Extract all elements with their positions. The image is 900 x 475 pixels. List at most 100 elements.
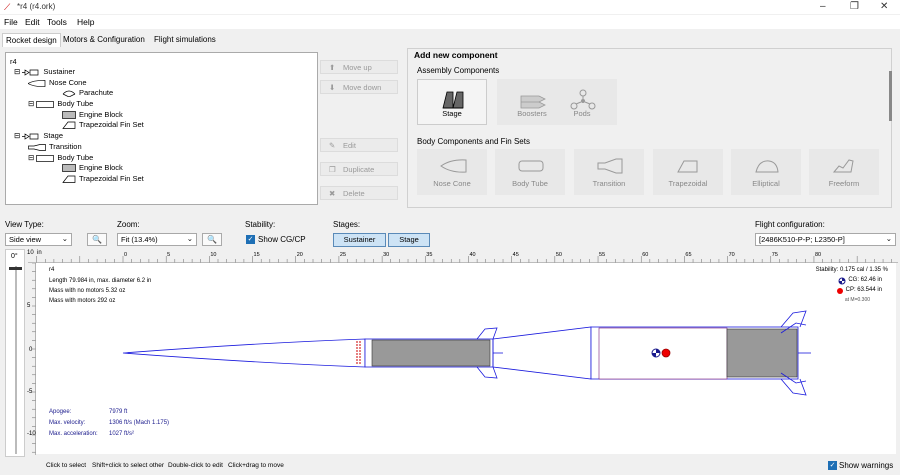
ruler-unit: in [37,250,42,256]
tree-label: Engine Block [79,163,123,172]
ruler-label-top-left: 10 [27,250,34,256]
move-down-button[interactable]: ⬇ Move down [320,80,398,94]
tree-item-stage[interactable]: ⊟ Stage [14,131,63,140]
ruler-label: 70 [729,252,735,258]
arrow-down-icon: ⬇ [329,83,336,92]
sustainer-fin-top[interactable] [476,327,498,340]
tab-flight-simulations[interactable]: Flight simulations [151,33,219,47]
tree-item-fin-set[interactable]: Trapezoidal Fin Set [62,120,144,129]
zoom-label: Zoom: [117,220,140,229]
tree-item-body-tube[interactable]: ⊟ Body Tube [28,99,93,108]
tree-label: Trapezoidal Fin Set [79,120,144,129]
show-cgcp-checkbox[interactable]: ✓ [246,235,255,244]
figure-mass-with-motor: Mass with motors 292 oz [49,298,116,304]
tree-item-sustainer[interactable]: ⊟ Sustainer [14,67,75,76]
acceleration-value: 1027 ft/s² [109,431,135,437]
figure-length: Length 79.984 in, max. diameter 6.2 in [49,278,152,284]
component-label: Stage [442,109,462,118]
show-warnings-checkbox[interactable]: ✓ [828,461,837,470]
zoom-in-button[interactable]: 🔍 [202,233,222,246]
zoom-select[interactable]: Fit (13.4%) ⌄ [117,233,197,246]
collapse-icon[interactable]: ⊟ [14,131,20,140]
velocity-value: 1306 ft/s (Mach 1.175) [109,420,170,426]
component-label: Trapezoidal [668,179,708,188]
edit-button[interactable]: ✎ Edit [320,138,398,152]
stages-label: Stages: [333,220,361,229]
menu-file[interactable]: File [4,17,18,27]
ruler-label: 5 [167,252,170,258]
move-up-button[interactable]: ⬆ Move up [320,60,398,74]
engine-block-icon [62,164,76,172]
rotation-slider[interactable]: 0° [5,249,25,457]
menu-tools[interactable]: Tools [47,17,67,27]
nose-cone-shape[interactable] [122,338,366,368]
add-freeform-fin-button[interactable]: Freeform [809,149,879,195]
engine-block-2-shape[interactable] [726,328,798,378]
add-transition-button[interactable]: Transition [574,149,644,195]
view-type-select[interactable]: Side view ⌄ [5,233,72,246]
tree-item-transition[interactable]: Transition [28,142,82,151]
tree-label: Body Tube [57,99,94,108]
tree-item-fin-set-2[interactable]: Trapezoidal Fin Set [62,174,144,183]
assembly-section-title: Assembly Components [417,66,500,75]
add-component-panel: Add new component Assembly Components St… [407,48,892,208]
add-elliptical-fin-button[interactable]: Elliptical [731,149,801,195]
stage-toggle-sustainer[interactable]: Sustainer [333,233,386,247]
add-stage-button[interactable]: Stage [417,79,487,125]
zoom-out-button[interactable]: 🔍 [87,233,107,246]
engine-block-shape[interactable] [371,339,491,367]
figure-aoa: at M=0.300 [844,297,870,303]
chevron-down-icon: ⌄ [186,234,193,243]
add-component-title: Add new component [414,50,498,60]
ruler-label: 80 [815,252,821,258]
ruler-label: 40 [469,252,475,258]
collapse-icon[interactable]: ⊟ [28,153,34,162]
flight-config-select[interactable]: [2486K510-P-P; L2350-P] ⌄ [755,233,896,246]
select-value: Fit (13.4%) [121,235,158,244]
transition-shape[interactable] [492,326,592,380]
tree-item-engine-block-2[interactable]: Engine Block [62,163,123,172]
flight-config-label: Flight configuration: [755,220,825,229]
add-body-tube-button[interactable]: Body Tube [495,149,565,195]
stage-toggle-stage[interactable]: Stage [388,233,430,247]
component-tree: r4 ⊟ Sustainer Nose Cone Parachute ⊟ Bod… [5,52,318,205]
delete-button[interactable]: ✖ Delete [320,186,398,200]
ruler-label: 20 [297,252,303,258]
menu-edit[interactable]: Edit [25,17,40,27]
tree-item-nose-cone[interactable]: Nose Cone [28,78,87,87]
button-label: Move up [343,63,372,72]
top-ruler: 0 5 10 15 20 25 30 35 40 45 50 55 60 65 70 75 80 [28,252,898,263]
collapse-icon[interactable]: ⊟ [14,67,20,76]
tree-root[interactable]: r4 [10,57,17,66]
rocket-figure[interactable]: r4 Length 79.984 in, max. diameter 6.2 i… [36,263,896,454]
slider-thumb[interactable] [9,267,22,270]
apogee-label: Apogee: [49,409,72,415]
tree-item-engine-block[interactable]: Engine Block [62,110,123,119]
window-title: *r4 (r4.ork) [17,2,56,11]
component-label: Elliptical [752,179,780,188]
duplicate-icon: ❐ [329,165,336,174]
tab-motors-configuration[interactable]: Motors & Configuration [60,33,148,47]
elliptical-fin-icon [755,160,779,173]
minimize-icon[interactable]: – [820,1,826,12]
zoom-out-icon: 🔍 [92,235,102,244]
hint-edit: Double-click to edit [168,462,223,469]
sustainer-fin-bottom[interactable] [476,366,498,379]
tab-rocket-design[interactable]: Rocket design [2,33,61,47]
duplicate-button[interactable]: ❐ Duplicate [320,162,398,176]
add-nose-cone-button[interactable]: Nose Cone [417,149,487,195]
collapse-icon[interactable]: ⊟ [28,99,34,108]
ruler-label: 5 [27,303,31,309]
ruler-label: -5 [27,389,33,395]
tree-item-body-tube-2[interactable]: ⊟ Body Tube [28,153,93,162]
component-label: Transition [592,179,626,188]
maximize-icon[interactable]: ❐ [850,1,859,12]
close-icon[interactable]: ✕ [880,1,888,12]
tree-item-parachute[interactable]: Parachute [62,88,113,97]
tree-label: Trapezoidal Fin Set [79,174,144,183]
menu-help[interactable]: Help [77,17,94,27]
add-pods-button[interactable]: Pods [547,79,617,125]
add-trapezoidal-fin-button[interactable]: Trapezoidal [653,149,723,195]
scrollbar-thumb[interactable] [889,71,892,121]
stage-icon [22,68,39,76]
